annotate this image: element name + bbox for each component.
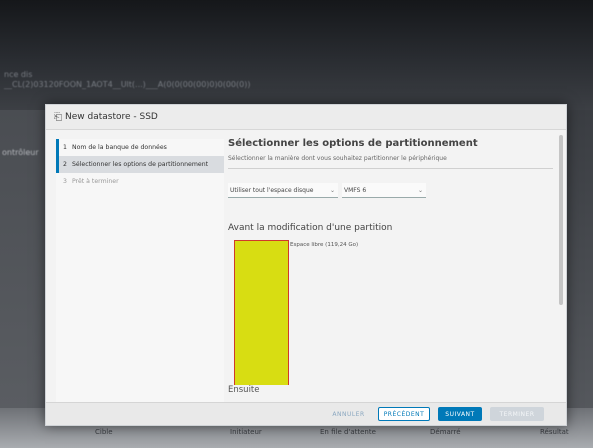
background-text-3: ontrôleur: [2, 148, 39, 157]
wizard-step-name[interactable]: 1 Nom de la banque de données: [56, 139, 224, 156]
partition-layout: Espace libre (119,24 Go): [228, 240, 556, 385]
background-text-1: nce dis: [4, 70, 33, 79]
taskbar-col-result: Résultat: [540, 428, 569, 436]
step-label: Prêt à terminer: [71, 178, 119, 185]
disk-space-select[interactable]: Utiliser tout l'espace disque ⌄: [228, 183, 338, 198]
wizard-steps: 1 Nom de la banque de données 2 Sélectio…: [56, 139, 224, 419]
free-space-partition[interactable]: [234, 240, 289, 385]
disk-space-value: Utiliser tout l'espace disque: [230, 186, 314, 194]
content-scrollbar[interactable]: [559, 135, 563, 305]
background-screen-right: [563, 110, 593, 410]
vmfs-version-value: VMFS 6: [344, 186, 367, 194]
cancel-button[interactable]: ANNULER: [326, 407, 371, 421]
wizard-step-partitioning[interactable]: 2 Sélectionner les options de partitionn…: [56, 156, 224, 173]
dialog-title: New datastore - SSD: [65, 112, 158, 122]
page-title: Sélectionner les options de partitionnem…: [228, 138, 478, 149]
background-screen-top: [0, 0, 593, 110]
dialog-titlebar: ⎗ New datastore - SSD: [46, 105, 566, 130]
step-label: Sélectionner les options de partitionnem…: [71, 161, 209, 168]
finish-button[interactable]: TERMINER: [490, 407, 544, 421]
new-datastore-dialog: ⎗ New datastore - SSD 1 Nom de la banque…: [45, 104, 567, 426]
taskbar-col-queued: En file d'attente: [320, 428, 376, 436]
step-number: 2: [63, 161, 67, 168]
free-space-label: Espace libre (119,24 Go): [290, 242, 359, 248]
datastore-icon: ⎗: [54, 111, 62, 123]
step-number: 1: [63, 144, 67, 151]
taskbar-col-started: Démarré: [430, 428, 461, 436]
divider: [228, 168, 553, 169]
step-label: Nom de la banque de données: [71, 144, 167, 151]
before-partition-heading: Avant la modification d'une partition: [228, 223, 393, 233]
chevron-down-icon: ⌄: [417, 186, 423, 194]
taskbar-col-target: Cible: [95, 428, 113, 436]
previous-button[interactable]: PRÉCÉDENT: [378, 407, 430, 421]
vmfs-version-select[interactable]: VMFS 6 ⌄: [342, 183, 426, 198]
background-text-2: __CL(2)03120FOON_1AOT4__Ult(...)___A(0(0…: [4, 80, 251, 89]
wizard-content: Sélectionner les options de partitionnem…: [228, 135, 556, 385]
wizard-step-ready[interactable]: 3 Prêt à terminer: [56, 173, 224, 190]
after-partition-heading: Ensuite: [228, 385, 260, 395]
taskbar-col-initiator: Initiateur: [230, 428, 262, 436]
chevron-down-icon: ⌄: [329, 186, 335, 194]
page-subtitle: Sélectionner la manière dont vous souhai…: [228, 155, 447, 162]
next-button[interactable]: SUIVANT: [438, 407, 482, 421]
dialog-footer: ANNULER PRÉCÉDENT SUIVANT TERMINER: [46, 402, 566, 425]
step-number: 3: [63, 178, 67, 185]
